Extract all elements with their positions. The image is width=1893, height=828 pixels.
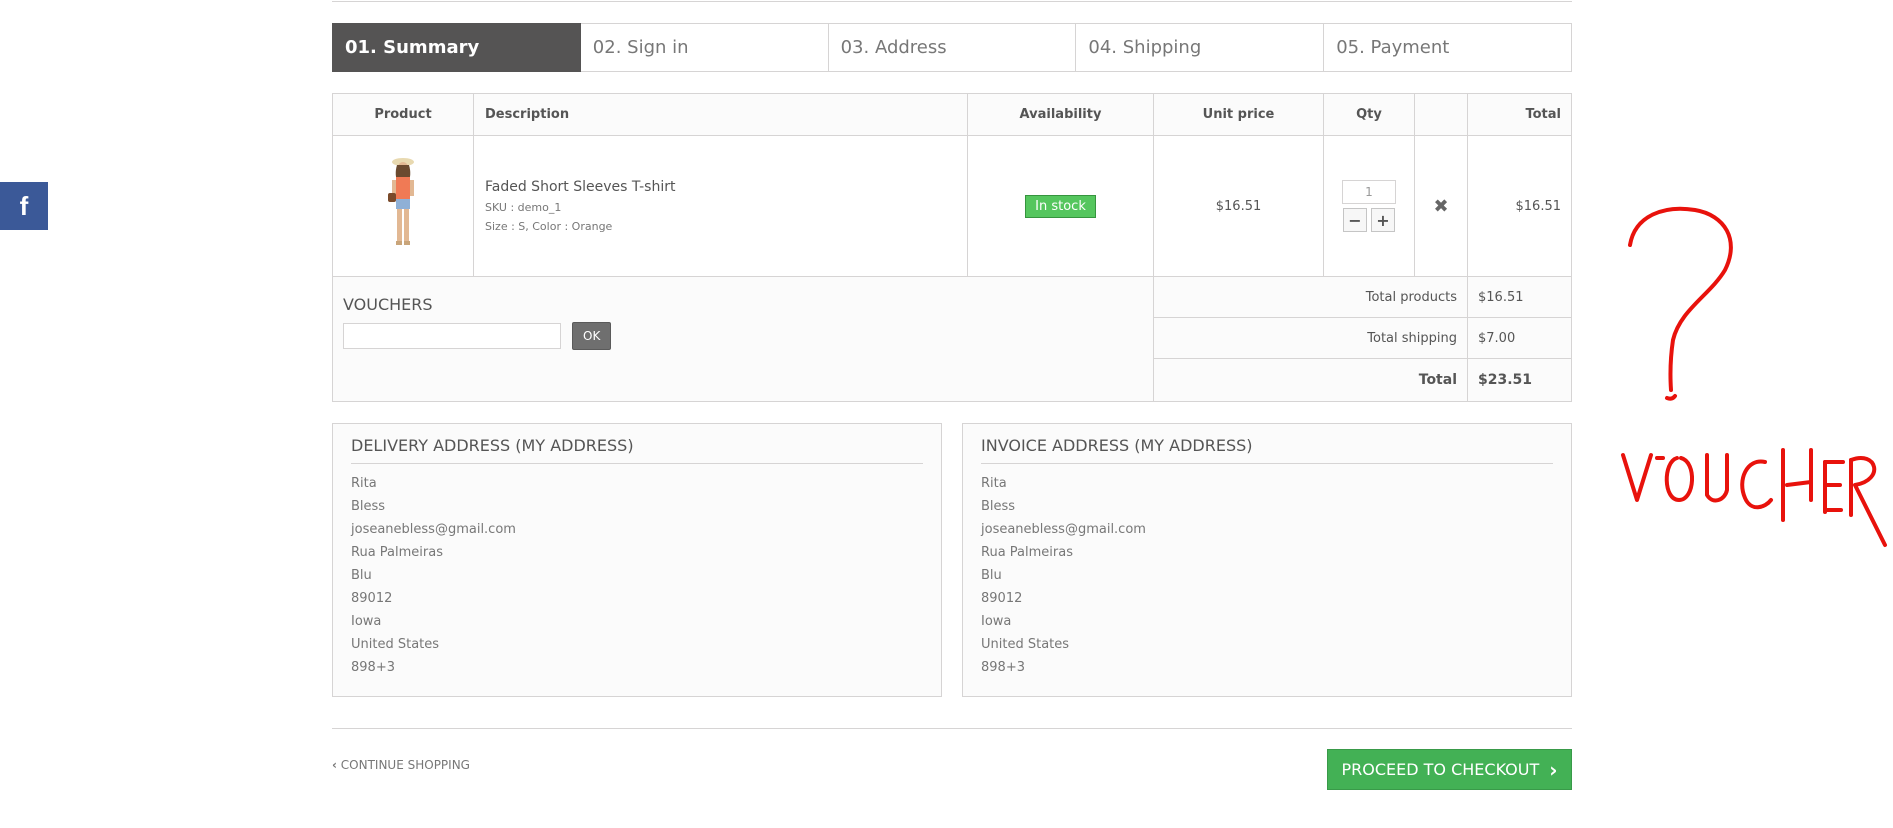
step-payment[interactable]: 05. Payment (1324, 23, 1572, 72)
voucher-title: VOUCHERS (343, 295, 433, 314)
address-line: Blu (981, 568, 1002, 583)
address-line: Iowa (981, 614, 1012, 629)
totals-products-row: VOUCHERS OK Total products $16.51 (332, 276, 1572, 402)
address-line: Rita (351, 476, 377, 491)
top-divider (332, 1, 1572, 2)
product-image-cell (332, 135, 474, 277)
voucher-ok-button[interactable]: OK (572, 322, 612, 350)
total-shipping-label: Total shipping (1153, 317, 1468, 359)
continue-shopping-label: CONTINUE SHOPPING (340, 758, 470, 772)
product-name-link[interactable]: Faded Short Sleeves T-shirt (485, 179, 966, 195)
address-line: 89012 (351, 591, 393, 606)
quantity-input[interactable]: 1 (1342, 180, 1396, 204)
status-badge: In stock (1025, 194, 1096, 218)
address-line: Blu (351, 568, 372, 583)
header-total: Total (1467, 93, 1572, 136)
handwritten-annotation (1621, 206, 1887, 547)
facebook-icon: f (19, 190, 29, 221)
invoice-address-box: INVOICE ADDRESS (MY ADDRESS) Rita Bless … (962, 423, 1572, 697)
product-sku: SKU : demo_1 (485, 201, 562, 214)
address-line: Iowa (351, 614, 382, 629)
line-total: $16.51 (1515, 198, 1562, 214)
cart-header-row: Product Description Availability Unit pr… (332, 93, 1572, 136)
plus-icon: + (1376, 210, 1390, 230)
step-sign-in[interactable]: 02. Sign in (580, 23, 829, 72)
grand-total-value: $23.51 (1467, 358, 1572, 402)
step-summary[interactable]: 01. Summary (332, 23, 581, 72)
header-description: Description (473, 93, 968, 136)
checkout-label: PROCEED TO CHECKOUT (1341, 760, 1540, 779)
header-qty: Qty (1323, 93, 1415, 136)
address-line: United States (351, 637, 440, 652)
facebook-share-button[interactable]: f (0, 182, 48, 230)
address-line: joseanebless@gmail.com (351, 522, 516, 537)
header-product: Product (332, 93, 474, 136)
actions-divider (332, 728, 1572, 729)
address-line: 89012 (981, 591, 1023, 606)
grand-total-label: Total (1153, 358, 1468, 402)
address-line: 898+3 (981, 660, 1025, 675)
qty-cell: 1 − + (1323, 135, 1415, 277)
header-unit-price: Unit price (1153, 93, 1324, 136)
address-line: joseanebless@gmail.com (981, 522, 1146, 537)
unit-price-cell: $16.51 (1153, 135, 1324, 277)
address-line: Bless (981, 499, 1016, 514)
product-description-cell: Faded Short Sleeves T-shirt SKU : demo_1… (473, 135, 968, 277)
address-line: Rua Palmeiras (351, 545, 443, 560)
table-row: Faded Short Sleeves T-shirt SKU : demo_1… (332, 135, 1572, 277)
chevron-left-icon: ‹ (332, 758, 337, 772)
voucher-input[interactable] (343, 323, 561, 349)
invoice-address-title: INVOICE ADDRESS (MY ADDRESS) (981, 436, 1553, 464)
address-line: Bless (351, 499, 386, 514)
cart-table: Product Description Availability Unit pr… (332, 93, 1572, 402)
address-line: United States (981, 637, 1070, 652)
line-total-cell: $16.51 (1467, 135, 1572, 277)
step-shipping[interactable]: 04. Shipping (1076, 23, 1325, 72)
checkout-steps: 01. Summary 02. Sign in 03. Address 04. … (332, 23, 1572, 72)
header-delete (1414, 93, 1468, 136)
chevron-right-icon: › (1549, 757, 1558, 782)
delete-icon[interactable]: ✖ (1433, 196, 1448, 217)
unit-price: $16.51 (1215, 198, 1262, 214)
step-address[interactable]: 03. Address (828, 23, 1077, 72)
product-attributes: Size : S, Color : Orange (485, 220, 613, 233)
product-image[interactable] (378, 155, 428, 253)
continue-shopping-link[interactable]: ‹ CONTINUE SHOPPING (332, 758, 470, 772)
quantity-increase-button[interactable]: + (1371, 208, 1395, 232)
header-availability: Availability (967, 93, 1154, 136)
address-line: Rita (981, 476, 1007, 491)
total-products-value: $16.51 (1467, 276, 1572, 318)
availability-cell: In stock (967, 135, 1154, 277)
address-line: Rua Palmeiras (981, 545, 1073, 560)
total-products-label: Total products (1153, 276, 1468, 318)
proceed-to-checkout-button[interactable]: PROCEED TO CHECKOUT › (1327, 749, 1572, 790)
total-shipping-value: $7.00 (1467, 317, 1572, 359)
delete-cell: ✖ (1414, 135, 1468, 277)
delivery-address-title: DELIVERY ADDRESS (MY ADDRESS) (351, 436, 923, 464)
voucher-section: VOUCHERS OK (332, 276, 1154, 402)
minus-icon: − (1348, 210, 1362, 230)
address-line: 898+3 (351, 660, 395, 675)
quantity-decrease-button[interactable]: − (1343, 208, 1367, 232)
delivery-address-box: DELIVERY ADDRESS (MY ADDRESS) Rita Bless… (332, 423, 942, 697)
